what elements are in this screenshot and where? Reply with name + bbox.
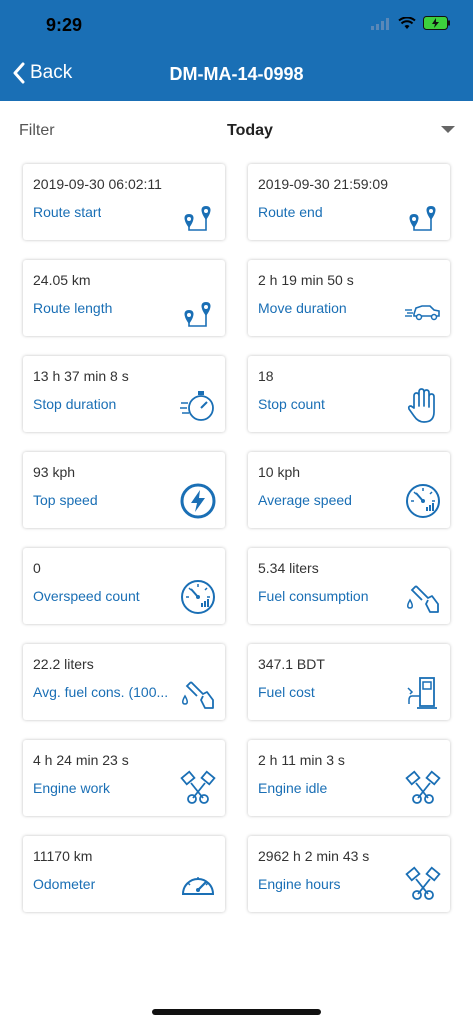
stat-card[interactable]: 2 h 19 min 50 s Move duration: [248, 260, 450, 336]
filter-bar[interactable]: Filter Today: [0, 101, 473, 157]
stat-card[interactable]: 2019-09-30 21:59:09 Route end: [248, 164, 450, 240]
odometer-icon: [179, 866, 217, 904]
stat-label: Odometer: [33, 876, 96, 892]
cellular-signal-icon: [371, 17, 391, 35]
stat-value: 2019-09-30 06:02:11: [33, 176, 162, 192]
stat-card[interactable]: 10 kph Average speed: [248, 452, 450, 528]
fuel-nozzle-icon: [179, 674, 217, 712]
stat-value: 2962 h 2 min 43 s: [258, 848, 370, 864]
moving-car-icon: [404, 290, 442, 328]
stat-label: Route end: [258, 204, 323, 220]
stat-value: 22.2 liters: [33, 656, 94, 672]
stat-label: Move duration: [258, 300, 347, 316]
engine-pistons-icon: [404, 770, 442, 808]
stat-label: Fuel consumption: [258, 588, 369, 604]
stat-card[interactable]: 0 Overspeed count: [23, 548, 225, 624]
stat-label: Fuel cost: [258, 684, 315, 700]
stat-value: 11170 km: [33, 848, 93, 864]
stat-value: 5.34 liters: [258, 560, 319, 576]
stat-value: 24.05 km: [33, 272, 91, 288]
stat-label: Route length: [33, 300, 113, 316]
stat-card[interactable]: 5.34 liters Fuel consumption: [248, 548, 450, 624]
stat-value: 2 h 19 min 50 s: [258, 272, 354, 288]
stat-card[interactable]: 18 Stop count: [248, 356, 450, 432]
engine-pistons-icon: [179, 770, 217, 808]
stat-label: Engine work: [33, 780, 111, 796]
stat-card[interactable]: 11170 km Odometer: [23, 836, 225, 912]
home-indicator: [152, 1009, 321, 1015]
stat-value: 2019-09-30 21:59:09: [258, 176, 388, 192]
stat-value: 4 h 24 min 23 s: [33, 752, 129, 768]
stat-label: Average speed: [258, 492, 352, 508]
status-time: 9:29: [46, 15, 83, 35]
stat-label: Top speed: [33, 492, 98, 508]
stat-card[interactable]: 13 h 37 min 8 s Stop duration: [23, 356, 225, 432]
page-title: DM-MA-14-0998: [169, 64, 304, 84]
stat-label: Avg. fuel cons. (100...: [33, 684, 169, 700]
stat-value: 93 kph: [33, 464, 76, 480]
stat-label: Route start: [33, 204, 102, 220]
battery-charging-icon: [423, 16, 451, 35]
filter-value[interactable]: Today: [227, 122, 273, 140]
hand-stop-icon: [404, 386, 442, 424]
stat-card[interactable]: 24.05 km Route length: [23, 260, 225, 336]
stat-value: 2 h 11 min 3 s: [258, 752, 345, 768]
speed-gauge-icon: [404, 482, 442, 520]
stat-value: 0: [33, 560, 41, 576]
stat-value: 13 h 37 min 8 s: [33, 368, 129, 384]
stat-card[interactable]: 347.1 BDT Fuel cost: [248, 644, 450, 720]
stat-value: 18: [258, 368, 274, 384]
stat-value: 347.1 BDT: [258, 656, 325, 672]
speed-gauge-icon: [179, 578, 217, 616]
stopwatch-icon: [179, 386, 217, 424]
lightning-circle-icon: [179, 482, 217, 520]
filter-label: Filter: [19, 122, 55, 139]
fuel-nozzle-icon: [404, 578, 442, 616]
top-bar: 9:29 Back DM-MA-14-0998: [0, 0, 473, 101]
route-pin-icon: [404, 194, 442, 232]
status-icons: [371, 16, 451, 35]
stat-label: Stop count: [258, 396, 325, 412]
fuel-pump-icon: [404, 674, 442, 712]
engine-pistons-icon: [404, 866, 442, 904]
route-pin-icon: [179, 290, 217, 328]
stat-card[interactable]: 22.2 liters Avg. fuel cons. (100...: [23, 644, 225, 720]
stat-card[interactable]: 2962 h 2 min 43 s Engine hours: [248, 836, 450, 912]
stat-card[interactable]: 4 h 24 min 23 s Engine work: [23, 740, 225, 816]
stat-label: Overspeed count: [33, 588, 140, 604]
stat-card[interactable]: 93 kph Top speed: [23, 452, 225, 528]
stat-label: Stop duration: [33, 396, 117, 412]
stat-card[interactable]: 2 h 11 min 3 s Engine idle: [248, 740, 450, 816]
stat-label: Engine idle: [258, 780, 328, 796]
stat-label: Engine hours: [258, 876, 341, 892]
stat-value: 10 kph: [258, 464, 301, 480]
wifi-icon: [398, 16, 416, 35]
dropdown-caret-icon[interactable]: [441, 126, 455, 133]
route-pin-icon: [179, 194, 217, 232]
stat-card[interactable]: 2019-09-30 06:02:11 Route start: [23, 164, 225, 240]
